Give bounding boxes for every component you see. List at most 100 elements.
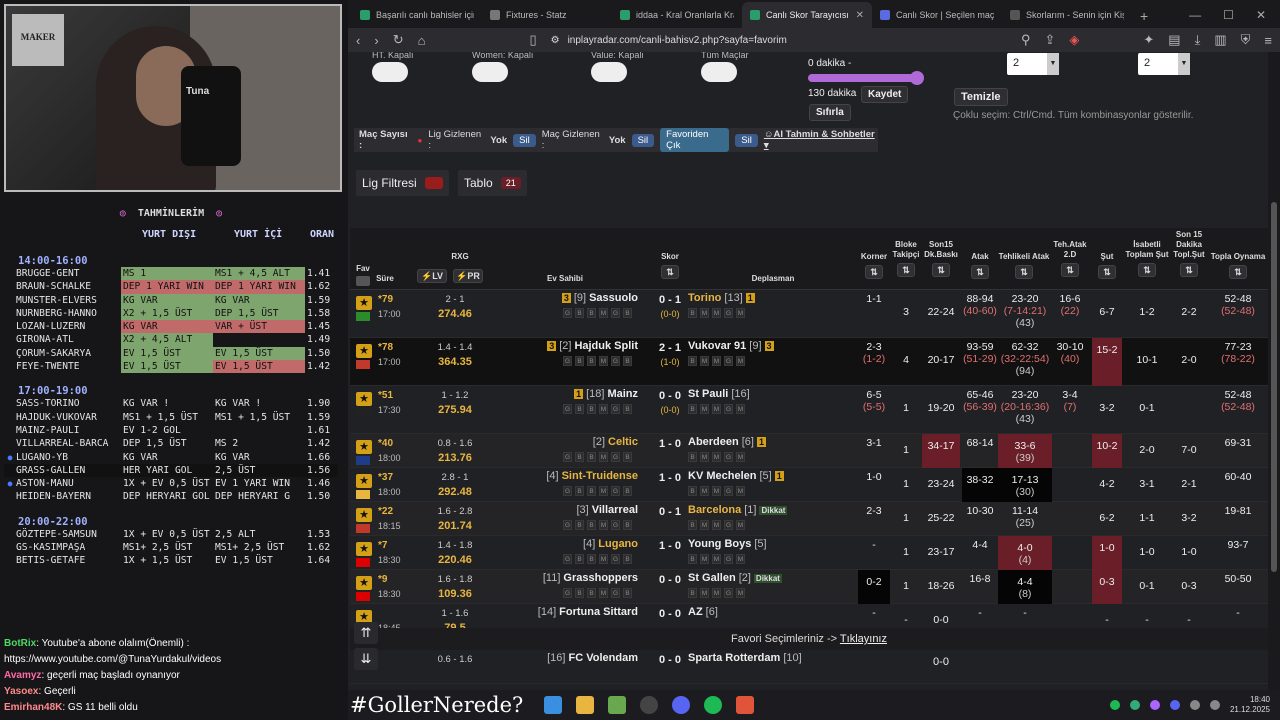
- chat-username[interactable]: Yasoex: [4, 686, 38, 697]
- sort-isabetli-button[interactable]: ⇅: [1138, 263, 1156, 277]
- wifi-icon[interactable]: [1189, 700, 1200, 710]
- fav-out-button[interactable]: Favoriden Çık: [660, 128, 730, 152]
- browser-tab[interactable]: iddaa - Kral Oranlarla Kralı: [612, 2, 742, 28]
- home-team[interactable]: 3 [2] Hajduk Split: [547, 340, 638, 352]
- save-button[interactable]: Kaydet: [861, 86, 909, 103]
- match-minute[interactable]: *78: [378, 342, 393, 353]
- sort-bloke-button[interactable]: ⇅: [897, 263, 915, 277]
- menu-icon[interactable]: ≡: [1264, 33, 1272, 48]
- match-minute[interactable]: *22: [378, 506, 393, 517]
- away-team[interactable]: Barcelona [1] Dikkat: [688, 504, 788, 516]
- toggle-ht[interactable]: [372, 62, 408, 82]
- match-minute[interactable]: *7: [378, 540, 387, 551]
- select-b[interactable]: 2 ▼: [1138, 53, 1190, 75]
- match-minute[interactable]: *79: [378, 294, 393, 305]
- url-field[interactable]: ⚙ inplayradar.com/canli-bahisv2.php?sayfa…: [551, 35, 1007, 46]
- tray-icon[interactable]: [1149, 700, 1160, 710]
- windows-start-icon[interactable]: [544, 696, 562, 714]
- sort-down-button[interactable]: ⇊: [354, 648, 378, 670]
- spotify-icon[interactable]: [704, 696, 722, 714]
- browser-tab[interactable]: Canlı Skor Tarayıcısı ve ✕: [742, 2, 872, 28]
- toggle-value[interactable]: [591, 62, 627, 82]
- sort-sut-button[interactable]: ⇅: [1098, 265, 1116, 279]
- browser-tab[interactable]: Fixtures - Statz: [482, 2, 612, 28]
- forward-icon[interactable]: ›: [374, 33, 378, 48]
- toggle-women[interactable]: [472, 62, 508, 82]
- file-explorer-icon[interactable]: [576, 696, 594, 714]
- sort-pr-button[interactable]: ⚡PR: [453, 269, 483, 283]
- clear-button[interactable]: Temizle: [954, 88, 1008, 106]
- away-team[interactable]: Torino [13] 1: [688, 292, 755, 304]
- browser-tab[interactable]: Canlı Skor | Seçilen maçlar: [872, 2, 1002, 28]
- favorite-star-icon[interactable]: ★: [356, 542, 372, 556]
- sort-tehlikeli-button[interactable]: ⇅: [1015, 265, 1033, 279]
- volume-icon[interactable]: [1209, 700, 1220, 710]
- bookmark-icon[interactable]: ▯: [529, 32, 536, 48]
- trash-icon[interactable]: [356, 276, 370, 286]
- share-icon[interactable]: ⇪: [1044, 32, 1055, 48]
- home-team[interactable]: 1 [18] Mainz: [574, 388, 638, 400]
- away-team[interactable]: St Pauli [16]: [688, 388, 750, 400]
- close-icon[interactable]: ✕: [1256, 8, 1266, 22]
- discord-icon[interactable]: [672, 696, 690, 714]
- spotify-tray-icon[interactable]: [1109, 700, 1120, 710]
- away-team[interactable]: Aberdeen [6] 1: [688, 436, 766, 448]
- chat-username[interactable]: Avamyz: [4, 670, 41, 681]
- home-team[interactable]: [2] Celtic: [593, 436, 638, 448]
- home-team[interactable]: [4] Sint-Truidense: [546, 470, 638, 482]
- home-team[interactable]: [4] Lugano: [583, 538, 638, 550]
- browser-tab[interactable]: Başarılı canlı bahisler için Oy: [352, 2, 482, 28]
- maximize-icon[interactable]: ☐: [1223, 8, 1234, 22]
- table-button[interactable]: Tablo 21: [458, 170, 527, 196]
- sort-son15sut-button[interactable]: ⇅: [1180, 263, 1198, 277]
- sort-atak-button[interactable]: ⇅: [971, 265, 989, 279]
- reset-button[interactable]: Sıfırla: [809, 104, 851, 121]
- sort-up-button[interactable]: ⇈: [354, 622, 378, 644]
- sil-fav-button[interactable]: Sil: [735, 133, 758, 147]
- home-icon[interactable]: ⌂: [418, 33, 426, 48]
- chat-username[interactable]: Emirhan48K: [4, 702, 62, 713]
- obs-icon[interactable]: [640, 696, 658, 714]
- back-icon[interactable]: ‹: [356, 33, 360, 48]
- brave-shield-icon[interactable]: ◈: [1069, 32, 1079, 48]
- browser-tab[interactable]: Skorlarım - Senin için Kişise: [1002, 2, 1132, 28]
- sil-mac-button[interactable]: Sil: [631, 133, 655, 147]
- sil-lig-button[interactable]: Sil: [513, 133, 536, 147]
- away-team[interactable]: St Gallen [2] Dikkat: [688, 572, 782, 584]
- select-a[interactable]: 2 ▼: [1007, 53, 1059, 75]
- favorite-star-icon[interactable]: ★: [356, 440, 372, 454]
- extensions-icon[interactable]: ✦: [1143, 32, 1154, 48]
- favorite-star-icon[interactable]: ★: [356, 296, 372, 310]
- match-minute[interactable]: *40: [378, 438, 393, 449]
- match-minute[interactable]: *51: [378, 390, 393, 401]
- vpn-icon[interactable]: ⛨: [1241, 32, 1251, 48]
- sort-son15-button[interactable]: ⇅: [932, 263, 950, 277]
- league-filter-button[interactable]: Lig Filtresi: [356, 170, 449, 196]
- discord-tray-icon[interactable]: [1169, 700, 1180, 710]
- site-info-icon[interactable]: ⚙: [551, 35, 560, 46]
- favorite-star-icon[interactable]: ★: [356, 344, 372, 358]
- close-tab-icon[interactable]: ✕: [856, 10, 864, 21]
- sort-topla-button[interactable]: ⇅: [1229, 265, 1247, 279]
- toggle-all[interactable]: [701, 62, 737, 82]
- sort-tehatak-button[interactable]: ⇅: [1061, 263, 1079, 277]
- home-team[interactable]: [11] Grasshoppers: [543, 572, 638, 584]
- slider-knob[interactable]: [910, 71, 924, 85]
- favorite-star-icon[interactable]: ★: [356, 508, 372, 522]
- tray-icon[interactable]: [1129, 700, 1140, 710]
- scrollbar[interactable]: [1268, 52, 1280, 690]
- home-team[interactable]: [3] Villarreal: [576, 504, 638, 516]
- away-team[interactable]: KV Mechelen [5] 1: [688, 470, 784, 482]
- away-team[interactable]: AZ [6]: [688, 606, 718, 618]
- zoom-icon[interactable]: ⚲: [1021, 32, 1031, 48]
- reload-icon[interactable]: ↻: [393, 32, 404, 48]
- away-team[interactable]: Sparta Rotterdam [10]: [688, 652, 802, 664]
- sort-lv-button[interactable]: ⚡LV: [417, 269, 447, 283]
- home-team[interactable]: [14] Fortuna Sittard: [538, 606, 638, 618]
- notepad-icon[interactable]: [608, 696, 626, 714]
- favorites-link[interactable]: Tıklayınız: [840, 633, 887, 645]
- match-minute[interactable]: *37: [378, 472, 393, 483]
- home-team[interactable]: 3 [9] Sassuolo: [561, 292, 638, 304]
- away-team[interactable]: Young Boys [5]: [688, 538, 767, 550]
- ai-menu[interactable]: ☺AI Tahmin & Sohbetler ▾: [764, 129, 878, 151]
